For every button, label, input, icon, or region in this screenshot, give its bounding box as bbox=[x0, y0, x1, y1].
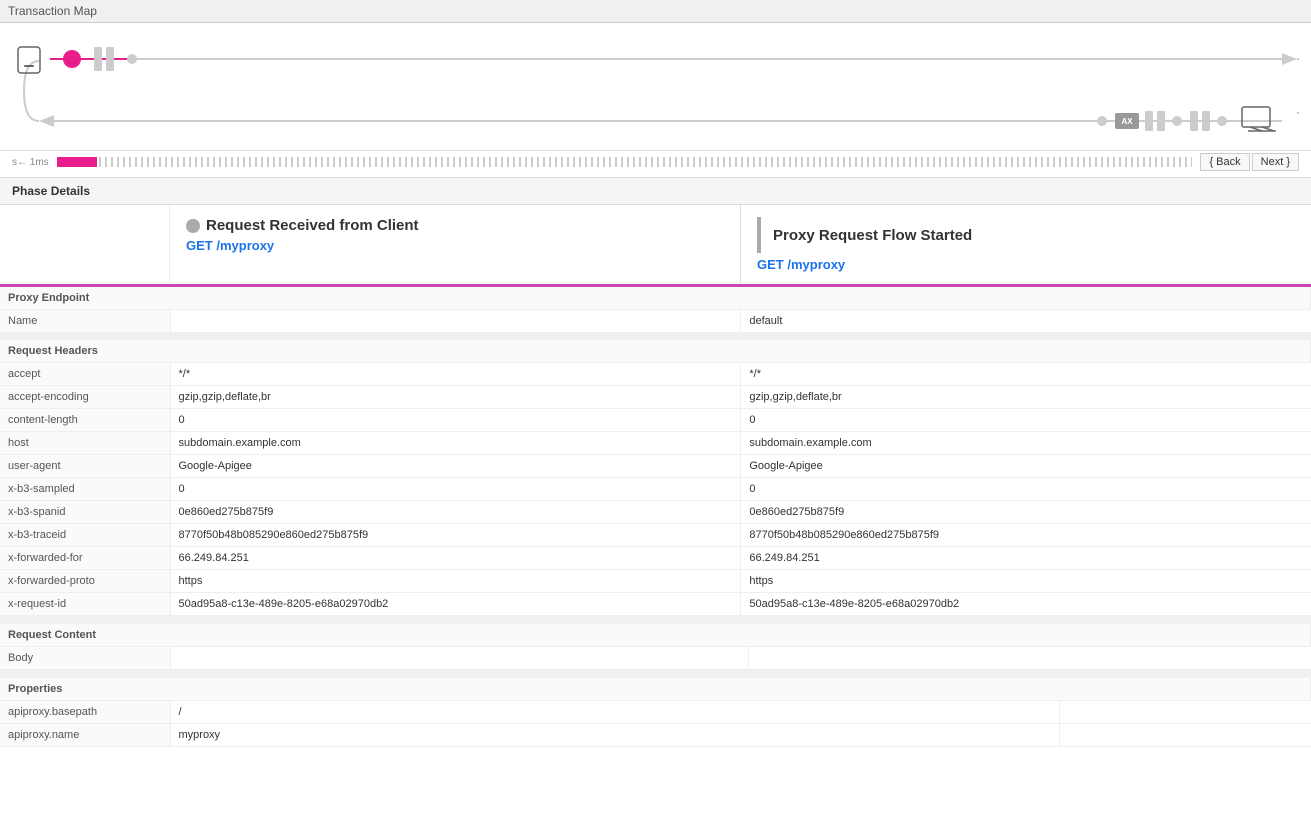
table-row: x-forwarded-protohttpshttps bbox=[0, 570, 1311, 593]
table-row: x-b3-sampled00 bbox=[0, 478, 1311, 501]
table-row: user-agentGoogle-ApigeeGoogle-Apigee bbox=[0, 455, 1311, 478]
table-row: apiproxy.basepath/ bbox=[0, 701, 1311, 724]
table-row: content-length00 bbox=[0, 409, 1311, 432]
next-button[interactable]: Next } bbox=[1252, 153, 1299, 171]
request-content-header: Request Content bbox=[0, 620, 1311, 647]
timeline-nav: { Back Next } bbox=[1200, 153, 1299, 171]
table-row: x-forwarded-for66.249.84.25166.249.84.25… bbox=[0, 547, 1311, 570]
table-row: accept-encodinggzip,gzip,deflate,brgzip,… bbox=[0, 386, 1311, 409]
flow-svg: AX bbox=[12, 31, 1299, 146]
svg-text:AX: AX bbox=[1121, 117, 1133, 126]
body-row: Body bbox=[0, 647, 1311, 670]
phase-col-1-method: GET /myproxy bbox=[186, 238, 724, 253]
timeline-section: s← 1ms { Back Next } bbox=[0, 151, 1311, 178]
back-button[interactable]: { Back bbox=[1200, 153, 1249, 171]
phase-bar-icon bbox=[757, 217, 761, 253]
phase-circle-1 bbox=[186, 219, 200, 233]
timeline-bar-pink bbox=[57, 157, 97, 167]
table-row: apiproxy.namemyproxy bbox=[0, 724, 1311, 747]
request-content-table: Request Content Body bbox=[0, 616, 1311, 670]
app-header: Transaction Map bbox=[0, 0, 1311, 23]
phase-col-2: Proxy Request Flow Started GET /myproxy bbox=[741, 205, 1311, 284]
request-headers-header: Request Headers bbox=[0, 336, 1311, 363]
phase-col-2-title: Proxy Request Flow Started bbox=[757, 217, 1295, 253]
flow-diagram: AX bbox=[12, 31, 1299, 146]
table-row: x-b3-spanid0e860ed275b875f90e860ed275b87… bbox=[0, 501, 1311, 524]
properties-header: Properties bbox=[0, 674, 1311, 701]
table-row: x-b3-traceid8770f50b48b085290e860ed275b8… bbox=[0, 524, 1311, 547]
timeline-bar-dots bbox=[99, 157, 1193, 167]
phase-col-2-method: GET /myproxy bbox=[757, 257, 1295, 272]
phase-details-section: Phase Details Request Received from Clie… bbox=[0, 178, 1311, 839]
phase-col-1-title: Request Received from Client bbox=[186, 217, 724, 234]
proxy-endpoint-header: Proxy Endpoint bbox=[0, 287, 1311, 310]
phase-col-1: Request Received from Client GET /myprox… bbox=[170, 205, 741, 284]
app-title: Transaction Map bbox=[8, 4, 97, 18]
data-table: Proxy Endpoint Name default Request Head… bbox=[0, 287, 1311, 616]
properties-table: Properties apiproxy.basepath/apiproxy.na… bbox=[0, 670, 1311, 747]
phase-col-label bbox=[0, 205, 170, 284]
transaction-map: AX bbox=[0, 23, 1311, 151]
table-row: accept*/**/* bbox=[0, 363, 1311, 386]
timeline-bar bbox=[57, 154, 1193, 170]
scrollable-content[interactable]: Proxy Endpoint Name default Request Head… bbox=[0, 287, 1311, 839]
proxy-endpoint-name-row: Name default bbox=[0, 310, 1311, 337]
table-row: hostsubdomain.example.comsubdomain.examp… bbox=[0, 432, 1311, 455]
table-row: x-request-id50ad95a8-c13e-489e-8205-e68a… bbox=[0, 593, 1311, 616]
timeline-label: s← 1ms bbox=[12, 157, 49, 168]
phase-columns: Request Received from Client GET /myprox… bbox=[0, 205, 1311, 287]
phase-details-header: Phase Details bbox=[0, 178, 1311, 205]
